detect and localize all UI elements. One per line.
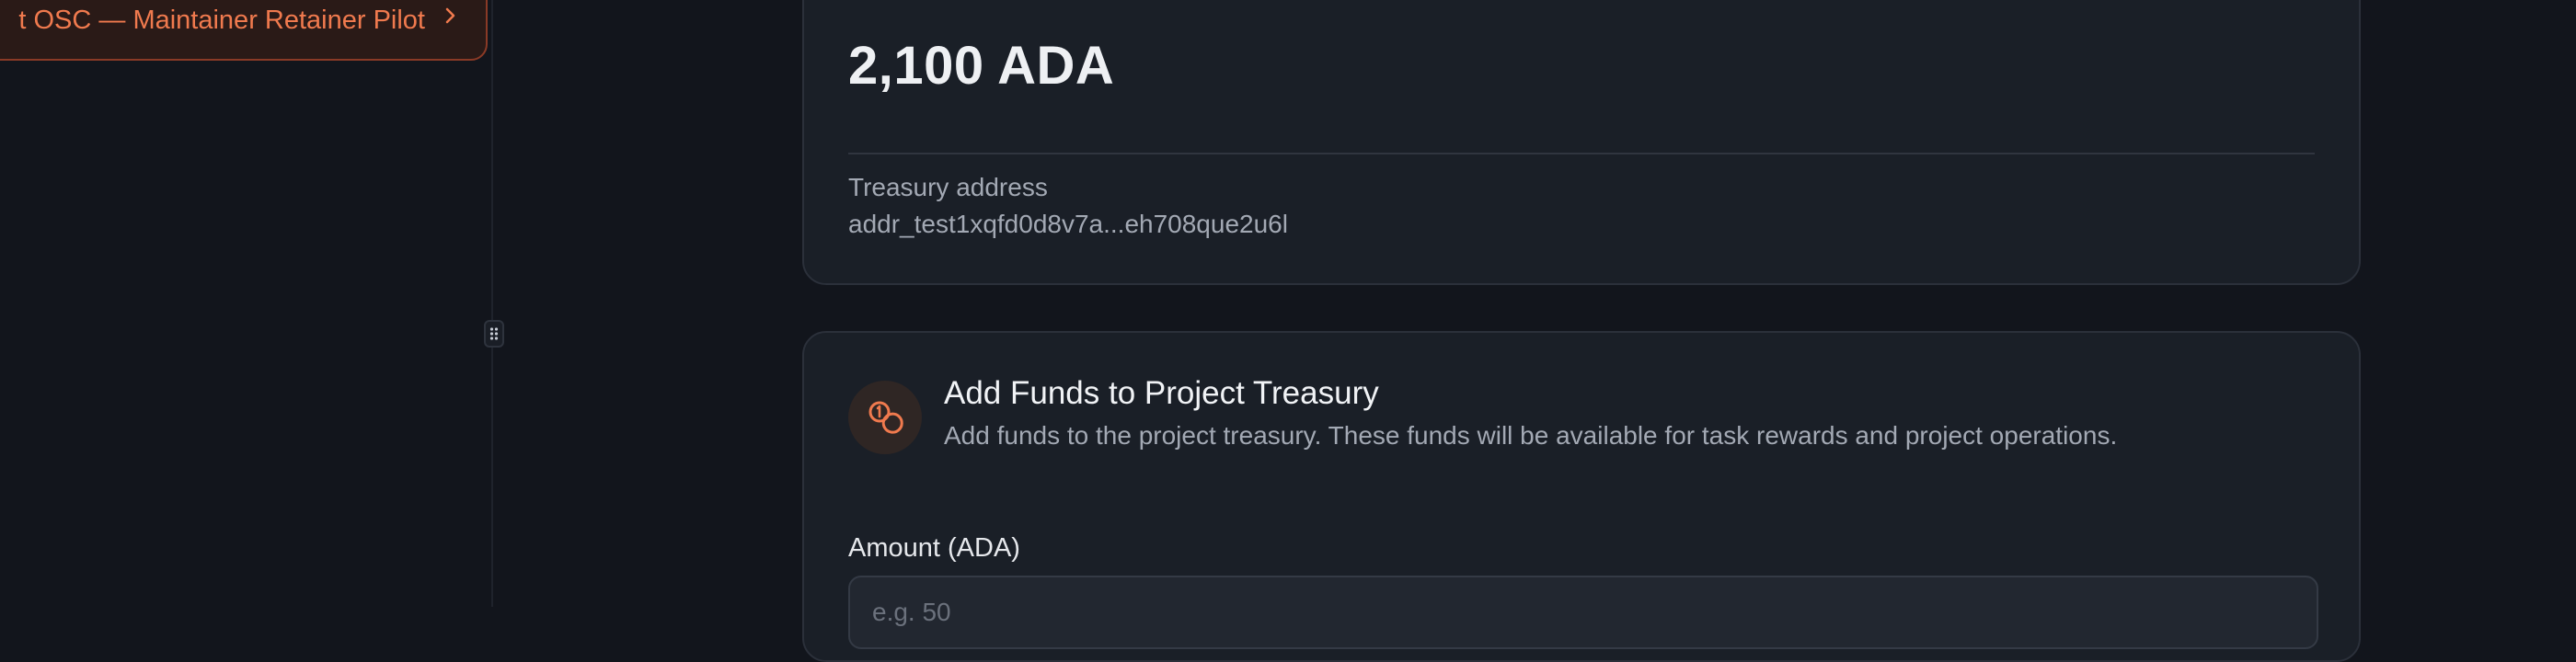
sidebar-item-label: t OSC — Maintainer Retainer Pilot	[18, 6, 425, 31]
coins-icon	[868, 401, 903, 434]
add-funds-description: Add funds to the project treasury. These…	[944, 421, 2118, 450]
treasury-balance-card: 2,100 ADA Treasury address addr_test1xqf…	[802, 0, 2361, 285]
sidebar-item-project[interactable]: t OSC — Maintainer Retainer Pilot	[0, 0, 488, 61]
sidebar: t OSC — Maintainer Retainer Pilot	[0, 0, 493, 607]
amount-input[interactable]	[848, 576, 2318, 649]
add-funds-card: Add Funds to Project Treasury Add funds …	[802, 331, 2361, 662]
treasury-balance: 2,100 ADA	[848, 36, 1115, 96]
chevron-right-icon	[445, 7, 455, 24]
divider	[848, 153, 2315, 154]
amount-label: Amount (ADA)	[848, 533, 1020, 563]
treasury-address-label: Treasury address	[848, 173, 1048, 201]
add-funds-icon-wrapper	[848, 381, 922, 454]
main-content: 2,100 ADA Treasury address addr_test1xqf…	[495, 0, 2576, 662]
add-funds-title: Add Funds to Project Treasury	[944, 375, 1379, 411]
treasury-address: addr_test1xqfd0d8v7a...eh708que2u6l	[848, 210, 1288, 238]
